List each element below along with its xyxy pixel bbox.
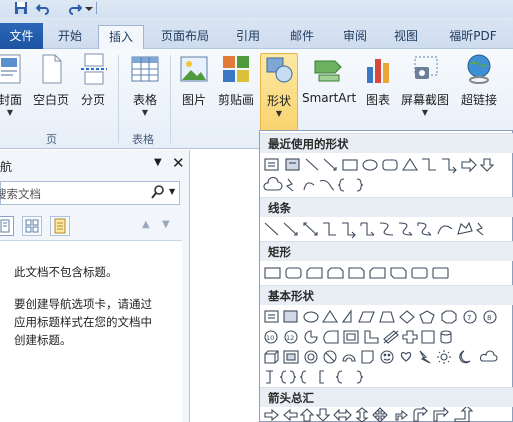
page-break-button[interactable]: 分页 <box>76 53 110 133</box>
page-break-icon <box>77 53 109 85</box>
cover-page-icon <box>0 53 26 85</box>
picture-icon <box>178 53 210 85</box>
close-icon[interactable]: ✕ <box>172 154 185 172</box>
search-field[interactable]: 搜索文档 ▼ <box>0 181 180 205</box>
navigation-title: 导航 <box>0 160 13 174</box>
picture-label: 图片 <box>181 93 206 107</box>
blank-page-icon <box>35 53 67 85</box>
svg-text:7: 7 <box>467 314 471 322</box>
undo-icon[interactable] <box>35 1 50 15</box>
blank-page-label: 空白页 <box>32 93 69 107</box>
tab-home[interactable]: 开始 <box>48 25 92 49</box>
shapes-button[interactable]: 形状 ▼ <box>260 53 298 133</box>
table-button[interactable]: 表格 ▼ <box>126 53 164 133</box>
tab-pages-view[interactable] <box>22 216 42 236</box>
picture-button[interactable]: 图片 <box>176 53 212 133</box>
shape-row-basic-4[interactable] <box>262 367 512 387</box>
shapes-gallery: 最近使用的形状 线条 矩形 基本形状 7 8 10 12 箭头总汇 <box>259 130 513 422</box>
shape-row-recent-2[interactable] <box>262 175 512 195</box>
shape-row-basic-3[interactable] <box>262 347 512 367</box>
instruction-line-2: 应用标题样式在您的文档中 <box>14 315 152 329</box>
screenshot-icon <box>409 53 441 85</box>
hyperlink-button[interactable]: 超链接 <box>458 53 500 133</box>
chart-label: 图表 <box>365 93 390 107</box>
customize-icon[interactable] <box>82 1 96 15</box>
next-heading-icon[interactable]: ▼ <box>162 219 170 230</box>
svg-text:8: 8 <box>487 314 491 322</box>
shape-row-rectangles[interactable] <box>262 263 512 283</box>
smartart-label: SmartArt <box>302 91 357 105</box>
hyperlink-icon <box>463 53 495 85</box>
shape-row-arrows[interactable] <box>262 407 512 422</box>
shape-row-basic-2[interactable]: 10 12 <box>262 327 512 347</box>
section-recent-shapes: 最近使用的形状 <box>260 133 513 153</box>
smartart-icon <box>313 53 345 85</box>
navigation-header: 导航 ▼ ✕ <box>0 154 190 178</box>
svg-text:10: 10 <box>266 334 274 342</box>
shape-row-lines[interactable] <box>262 219 512 239</box>
group-label-table: 表格 <box>132 133 154 146</box>
search-input[interactable]: 搜索文档 <box>0 186 41 202</box>
section-lines: 线条 <box>260 197 513 217</box>
shapes-icon <box>263 54 295 86</box>
tab-review[interactable]: 审阅 <box>331 25 379 49</box>
group-separator <box>118 55 119 143</box>
tab-page-layout[interactable]: 页面布局 <box>152 25 218 49</box>
save-icon[interactable] <box>14 1 28 15</box>
search-icon[interactable] <box>151 184 165 203</box>
chevron-down-icon: ▼ <box>275 109 283 118</box>
smartart-button[interactable]: SmartArt <box>302 53 356 133</box>
shape-row-basic-1[interactable]: 7 8 <box>262 307 512 327</box>
section-basic-shapes: 基本形状 <box>260 285 513 305</box>
navigation-content: 此文档不包含标题。 要创建导航选项卡，请通过 应用标题样式在您的文档中 创建标题… <box>0 240 182 422</box>
clip-art-label: 剪贴画 <box>217 93 254 107</box>
chart-button[interactable]: 图表 <box>360 53 396 133</box>
navigation-view-tabs: ▲ ▼ <box>0 216 186 238</box>
shapes-label: 形状 <box>266 94 291 108</box>
blank-page-button[interactable]: 空白页 <box>30 53 72 133</box>
tab-results-view[interactable] <box>50 216 70 236</box>
chart-icon <box>362 53 394 85</box>
cover-page-label: 封面 <box>0 93 22 107</box>
no-headings-message: 此文档不包含标题。 <box>14 265 118 279</box>
table-label: 表格 <box>132 93 157 107</box>
chevron-down-icon: ▼ <box>421 108 429 117</box>
page-break-label: 分页 <box>80 93 105 107</box>
tab-headings-view[interactable] <box>0 216 14 236</box>
svg-text:12: 12 <box>286 334 294 342</box>
shape-row-recent[interactable] <box>262 155 512 175</box>
toolbar-separator <box>96 2 97 14</box>
quick-access-toolbar <box>0 0 513 17</box>
chevron-down-icon[interactable]: ▼ <box>169 187 175 196</box>
section-block-arrows: 箭头总汇 <box>260 387 513 407</box>
hyperlink-label: 超链接 <box>460 93 497 107</box>
chevron-down-icon: ▼ <box>141 108 149 117</box>
tab-foxit-pdf[interactable]: 福昕PDF <box>436 25 510 49</box>
section-rectangles: 矩形 <box>260 241 513 261</box>
pane-options-icon[interactable]: ▼ <box>154 157 162 168</box>
screenshot-label: 屏幕截图 <box>400 93 449 107</box>
tab-references[interactable]: 引用 <box>224 25 272 49</box>
tab-view[interactable]: 视图 <box>384 25 428 49</box>
group-label-pages: 页 <box>46 133 57 146</box>
cover-page-button[interactable]: 封面 ▼ <box>0 53 26 133</box>
tab-mailings[interactable]: 邮件 <box>278 25 326 49</box>
redo-icon[interactable] <box>68 1 83 15</box>
navigation-pane: 导航 ▼ ✕ 搜索文档 ▼ ▲ ▼ 此文档不包含标题。 要创建导航选项卡，请通过… <box>0 150 190 422</box>
clip-art-icon <box>220 53 252 85</box>
chevron-down-icon: ▼ <box>6 108 14 117</box>
instruction-line-1: 要创建导航选项卡，请通过 <box>14 297 152 311</box>
instruction-line-3: 创建标题。 <box>14 333 72 347</box>
previous-heading-icon[interactable]: ▲ <box>142 219 150 230</box>
clip-art-button[interactable]: 剪贴画 <box>216 53 256 133</box>
tab-insert[interactable]: 插入 <box>98 25 144 50</box>
tab-file[interactable]: 文件 <box>0 23 43 49</box>
screenshot-button[interactable]: 屏幕截图 ▼ <box>398 53 452 133</box>
group-separator <box>170 55 171 143</box>
ribbon-tabs: 文件 开始 插入 页面布局 引用 邮件 审阅 视图 福昕PDF <box>0 17 513 50</box>
table-icon <box>129 53 161 85</box>
